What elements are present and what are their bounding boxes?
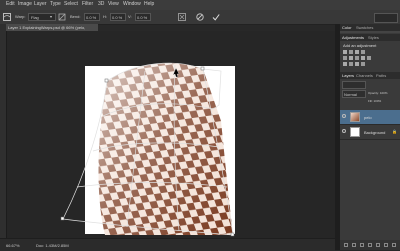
chevron-down-icon: ▾	[50, 14, 53, 19]
eye-icon[interactable]	[342, 114, 346, 118]
levels-icon[interactable]	[349, 50, 353, 54]
tools-panel	[0, 24, 7, 238]
layer-row-background[interactable]: Background 🔒	[340, 125, 400, 140]
black-white-icon[interactable]	[361, 56, 365, 60]
color-panel-body	[340, 31, 400, 33]
warp-handle	[60, 216, 65, 221]
menu-window[interactable]: Window	[123, 1, 141, 7]
h-distortion-input[interactable]: 0.0 %	[110, 13, 126, 21]
doc-info[interactable]: Doc: 1.43M/2.85M	[36, 243, 69, 248]
layer-filter-select[interactable]	[342, 81, 366, 89]
blend-mode-value: Normal	[344, 92, 357, 97]
commit-transform-icon[interactable]	[212, 13, 220, 21]
menu-edit[interactable]: Edit	[6, 1, 15, 7]
eye-icon[interactable]	[342, 129, 346, 133]
layer-row-pelo[interactable]: pelo	[340, 110, 400, 125]
layers-panel-footer	[340, 240, 400, 250]
menu-type[interactable]: Type	[50, 1, 61, 7]
vibrance-icon[interactable]	[343, 56, 347, 60]
workspace-select[interactable]	[374, 13, 398, 23]
lock-icon: 🔒	[392, 129, 397, 134]
add-mask-icon[interactable]	[360, 243, 364, 247]
photo-filter-icon[interactable]	[367, 56, 371, 60]
layer-thumbnail	[350, 112, 360, 122]
warp-handle	[104, 78, 109, 83]
adjustment-layer-icon[interactable]	[368, 243, 372, 247]
document-tab[interactable]: Layer 1 ExplainingWarps.psd @ 66% (pelo,…	[6, 24, 98, 35]
hue-saturation-icon[interactable]	[349, 56, 353, 60]
bend-input[interactable]: 0.0 %	[84, 13, 100, 21]
menu-layer[interactable]: Layer	[34, 1, 47, 7]
toggle-warp-icon[interactable]	[178, 13, 186, 21]
menu-help[interactable]: Help	[144, 1, 154, 7]
new-layer-icon[interactable]	[384, 243, 388, 247]
menu-filter[interactable]: Filter	[82, 1, 93, 7]
threshold-icon[interactable]	[355, 62, 359, 66]
tab-layers[interactable]: Layers	[342, 73, 354, 78]
color-balance-icon[interactable]	[355, 56, 359, 60]
warped-image[interactable]	[7, 31, 335, 238]
link-layers-icon[interactable]	[344, 243, 348, 247]
menu-image[interactable]: Image	[18, 1, 32, 7]
v-distortion-input[interactable]: 0.0 %	[135, 13, 151, 21]
add-adjustment-label: Add an adjustment	[343, 43, 377, 48]
gradient-map-icon[interactable]	[361, 62, 365, 66]
tab-styles[interactable]: Styles	[368, 35, 379, 40]
options-bar: Warp: Flag ▾ Bend: 0.0 % H: 0.0 % V: 0.0…	[0, 10, 400, 25]
warp-handle	[230, 232, 235, 237]
menu-3d[interactable]: 3D	[98, 1, 104, 7]
tab-channels[interactable]: Channels	[356, 73, 373, 78]
warp-tool-icon	[3, 13, 11, 21]
canvas-area[interactable]	[7, 31, 335, 238]
layer-thumbnail	[350, 127, 360, 137]
invert-icon[interactable]	[343, 62, 347, 66]
tab-paths[interactable]: Paths	[376, 73, 386, 78]
zoom-readout[interactable]: 66.67%	[6, 243, 20, 248]
tab-color[interactable]: Color	[342, 25, 352, 30]
cancel-transform-icon[interactable]	[196, 13, 204, 21]
color-panel-tabs: Color Swatches	[340, 24, 400, 31]
warp-handle	[200, 66, 205, 71]
warp-style-select[interactable]: Flag ▾	[28, 13, 56, 21]
layer-style-icon[interactable]	[352, 243, 356, 247]
v-label: V:	[128, 14, 132, 19]
exposure-icon[interactable]	[361, 50, 365, 54]
h-label: H:	[103, 14, 107, 19]
tab-adjustments[interactable]: Adjustments	[342, 35, 364, 40]
bend-label: Bend:	[70, 14, 81, 19]
layer-name: Background	[364, 130, 386, 135]
brightness-icon[interactable]	[343, 50, 347, 54]
layer-name: pelo	[364, 115, 372, 120]
orientation-icon[interactable]	[58, 13, 66, 21]
new-group-icon[interactable]	[376, 243, 380, 247]
fill-field[interactable]: Fill: 100%	[368, 99, 381, 103]
bend-value: 0.0 %	[86, 15, 97, 20]
warp-label: Warp:	[15, 14, 26, 19]
menu-bar: Edit Image Layer Type Select Filter 3D V…	[0, 0, 400, 10]
adjust-panel-tabs: Adjustments Styles	[340, 34, 400, 41]
layers-panel-tabs: Layers Channels Paths	[340, 72, 400, 79]
curves-icon[interactable]	[355, 50, 359, 54]
h-value: 0.0 %	[112, 15, 123, 20]
tab-swatches[interactable]: Swatches	[356, 25, 373, 30]
status-bar: 66.67% Doc: 1.43M/2.85M	[0, 238, 335, 251]
opacity-field[interactable]: Opacity: 100%	[368, 91, 388, 95]
delete-layer-icon[interactable]	[392, 243, 396, 247]
v-value: 0.0 %	[137, 15, 148, 20]
blend-mode-select[interactable]: Normal	[342, 90, 366, 98]
right-panels: Color Swatches Adjustments Styles Add an…	[340, 24, 400, 250]
posterize-icon[interactable]	[349, 62, 353, 66]
menu-select[interactable]: Select	[64, 1, 78, 7]
warp-style-value: Flag	[31, 15, 39, 20]
menu-view[interactable]: View	[108, 1, 119, 7]
